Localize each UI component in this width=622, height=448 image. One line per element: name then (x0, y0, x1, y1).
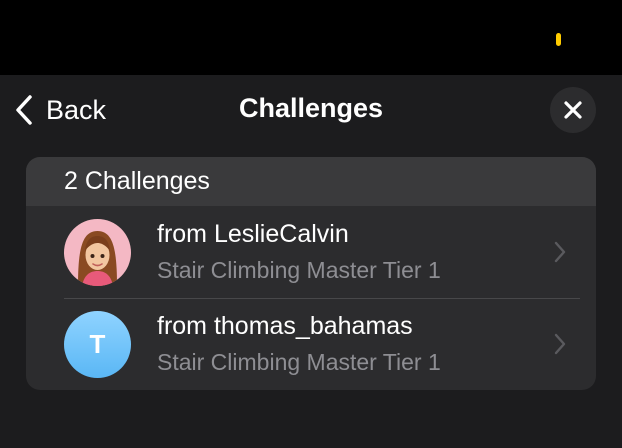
close-button[interactable] (550, 87, 596, 133)
close-icon (564, 101, 582, 119)
challenge-sender: from thomas_bahamas (157, 312, 413, 340)
chevron-right-icon (554, 333, 566, 355)
challenge-name: Stair Climbing Master Tier 1 (157, 257, 441, 283)
challenge-row[interactable]: T from thomas_bahamas Stair Climbing Mas… (26, 298, 596, 390)
challenge-name: Stair Climbing Master Tier 1 (157, 349, 441, 375)
status-indicator (556, 33, 561, 46)
chevron-right-icon (554, 241, 566, 263)
challenges-list: 2 Challenges from LeslieCalvin Stair Cli… (26, 157, 596, 390)
initial-avatar: T (64, 311, 131, 378)
challenge-row[interactable]: from LeslieCalvin Stair Climbing Master … (26, 206, 596, 298)
status-bar (0, 0, 622, 75)
challenge-sender: from LeslieCalvin (157, 220, 349, 248)
row-divider (64, 298, 580, 299)
memoji-avatar (64, 219, 131, 286)
page-title: Challenges (238, 93, 384, 123)
challenges-count: 2 Challenges (26, 157, 596, 206)
